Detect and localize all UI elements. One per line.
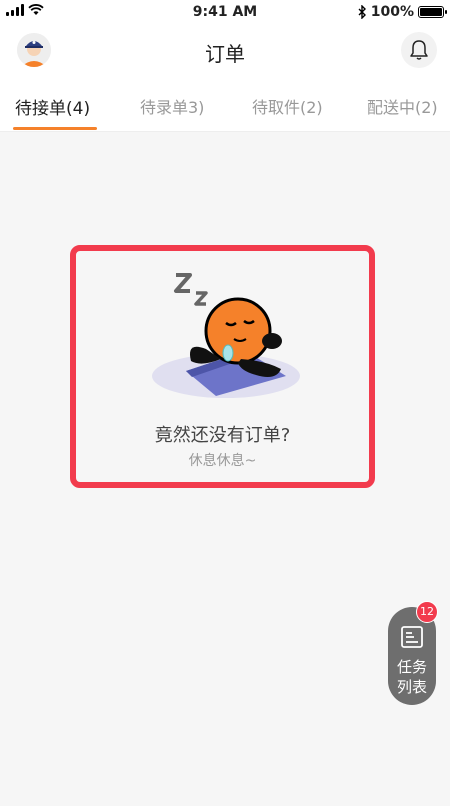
notification-button[interactable]	[401, 32, 437, 68]
status-bar: 9:41 AM 100%	[0, 0, 450, 24]
order-tabs: 待接单(4) 待录单3) 待取件(2) 配送中(2)	[0, 80, 450, 132]
bluetooth-icon	[358, 5, 366, 19]
tab-pending-accept[interactable]: 待接单(4)	[15, 94, 90, 119]
task-list-icon	[401, 626, 423, 648]
battery-icon	[418, 6, 447, 18]
tab-delivering[interactable]: 配送中(2)	[367, 94, 438, 118]
task-count-badge: 12	[416, 601, 438, 623]
page-title: 订单	[205, 42, 245, 66]
tab-pending-pickup[interactable]: 待取件(2)	[252, 94, 323, 118]
empty-state-subtext: 休息休息~	[188, 453, 257, 469]
empty-state: 竟然还没有订单? 休息休息~	[70, 245, 375, 488]
sleeping-mascot-icon	[152, 273, 300, 398]
nav-bar: 订单	[0, 24, 450, 80]
battery-percent: 100%	[370, 4, 414, 20]
task-list-label-line1: 任务	[396, 658, 427, 676]
tab-pending-entry[interactable]: 待录单3)	[140, 94, 204, 118]
task-list-button[interactable]: 任务 列表 12	[388, 601, 438, 705]
active-tab-indicator	[13, 127, 97, 130]
bell-icon	[410, 40, 428, 60]
empty-state-message: 竟然还没有订单?	[154, 425, 291, 446]
task-list-label-line2: 列表	[396, 678, 427, 696]
